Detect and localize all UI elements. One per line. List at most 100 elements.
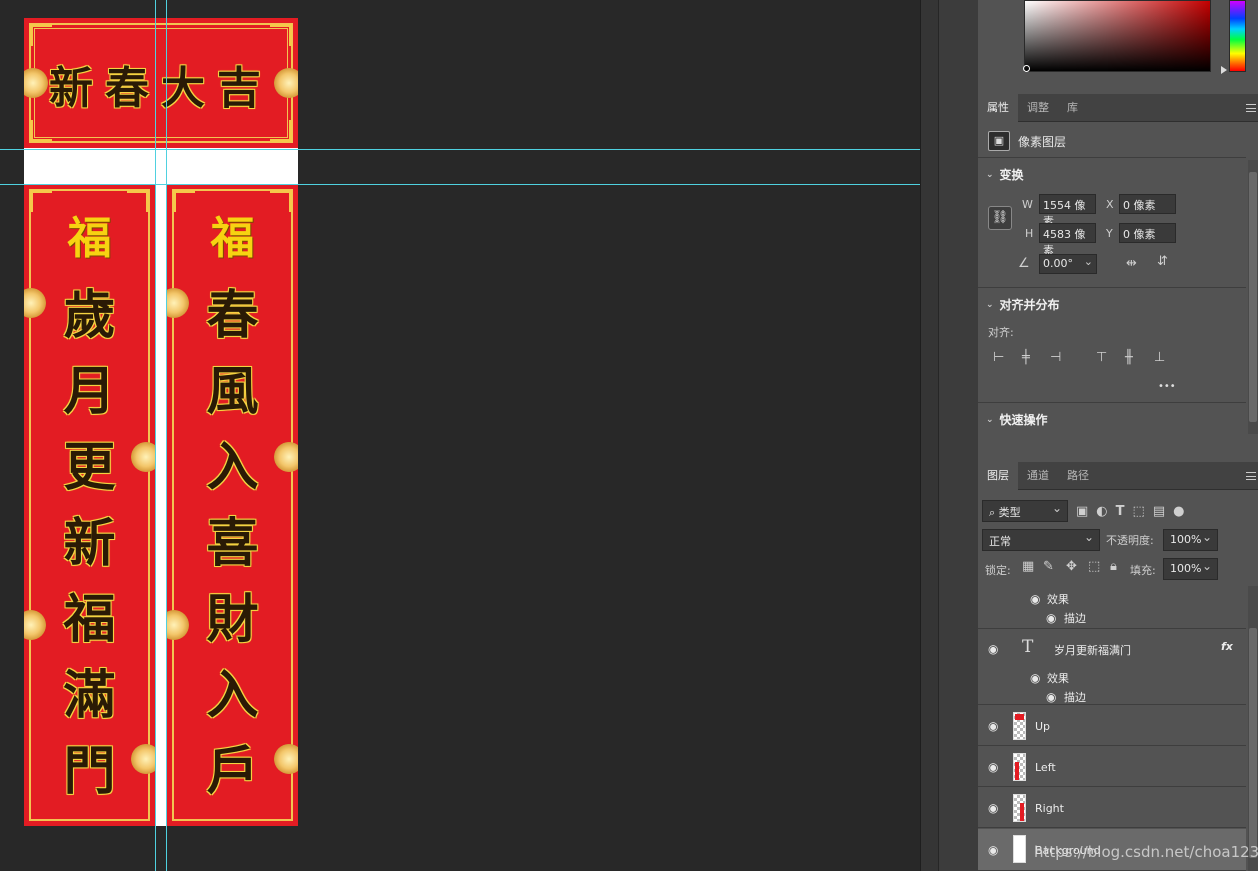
- fx-icon[interactable]: fx: [1221, 640, 1233, 653]
- divider: [978, 287, 1246, 288]
- lock-transparent-pixels-icon[interactable]: ▦: [1022, 559, 1034, 574]
- x-field[interactable]: 0 像素: [1119, 194, 1176, 214]
- eye-icon[interactable]: ◉: [988, 642, 998, 656]
- lock-image-pixels-icon[interactable]: ✎: [1043, 559, 1054, 574]
- align-label: 对齐:: [988, 326, 1014, 339]
- couplet-character: 喜: [206, 513, 259, 574]
- x-label: X: [1106, 198, 1114, 211]
- opacity-value: 100%: [1170, 533, 1202, 546]
- fu-character: 福: [210, 213, 255, 264]
- align-top-icon[interactable]: ⊤: [1096, 350, 1107, 365]
- chevron-down-icon: ⌄: [1083, 255, 1093, 268]
- layer-name[interactable]: Left: [1035, 761, 1056, 774]
- panel-menu-icon[interactable]: [1246, 472, 1256, 480]
- align-section-header[interactable]: ⌄ 对齐并分布: [986, 296, 1060, 313]
- fu-character: 福: [67, 213, 112, 264]
- hue-slider[interactable]: [1229, 0, 1246, 72]
- eye-icon[interactable]: ◉: [1030, 592, 1040, 606]
- layer-name[interactable]: Right: [1035, 802, 1064, 815]
- hue-slider-arrow[interactable]: [1221, 66, 1227, 74]
- layer-thumbnail: [1013, 712, 1026, 740]
- align-center-horizontal-icon[interactable]: ╪: [1022, 350, 1030, 365]
- y-field[interactable]: 0 像素: [1119, 223, 1176, 243]
- guide-horizontal[interactable]: [0, 184, 920, 185]
- guide-horizontal[interactable]: [0, 149, 920, 150]
- guide-vertical[interactable]: [155, 0, 156, 871]
- tab-libraries[interactable]: 库: [1058, 94, 1087, 122]
- angle-field[interactable]: 0.00° ⌄: [1039, 254, 1097, 274]
- layer-row[interactable]: ◉ Right: [978, 788, 1246, 828]
- tab-adjustments[interactable]: 调整: [1018, 94, 1058, 122]
- filter-kind-dropdown[interactable]: ⌕ 类型: [982, 500, 1068, 522]
- eye-icon[interactable]: ◉: [988, 843, 998, 857]
- document-canvas[interactable]: 新春大吉 福 歲月更新福滿門 福 春風入喜財入戶: [0, 0, 920, 871]
- opacity-field[interactable]: 100%: [1163, 529, 1218, 551]
- color-picker-cursor[interactable]: [1023, 65, 1030, 72]
- lock-artboard-icon[interactable]: ⬚: [1088, 559, 1100, 574]
- filter-adjustment-icon[interactable]: ◐: [1096, 504, 1107, 519]
- flip-vertical-icon[interactable]: ⇵: [1157, 254, 1168, 269]
- lock-position-icon[interactable]: ✥: [1066, 559, 1077, 574]
- properties-scrollbar-thumb[interactable]: [1249, 172, 1257, 422]
- dock-collapse-strip: [920, 0, 938, 871]
- white-gap: [24, 148, 298, 184]
- filter-type-icon[interactable]: T: [1116, 504, 1125, 519]
- layers-scrollbar-thumb[interactable]: [1249, 628, 1257, 858]
- flip-horizontal-icon[interactable]: ⇹: [1126, 256, 1137, 271]
- photoshop-window: 新春大吉 福 歲月更新福滿門 福 春風入喜財入戶 属性 调整 库 ▣ 像素图层 …: [0, 0, 1258, 871]
- align-right-icon[interactable]: ⊣: [1050, 350, 1061, 365]
- quick-actions-section-header[interactable]: ⌄ 快速操作: [986, 411, 1048, 428]
- eye-icon[interactable]: ◉: [988, 719, 998, 733]
- couplet-character: 戶: [206, 741, 259, 802]
- layer-name[interactable]: 岁月更新福满门: [1054, 642, 1131, 658]
- panel-dock: 属性 调整 库 ▣ 像素图层 ⌄ 变换 ⛓ W 1554 像素 X 0 像素 H…: [978, 0, 1258, 871]
- y-label: Y: [1106, 227, 1113, 240]
- panel-menu-icon[interactable]: [1246, 104, 1256, 112]
- couplet-character: 入: [206, 665, 259, 726]
- layer-row[interactable]: ◉ T 岁月更新福满门 fx ◉ 效果 ◉ 描边: [978, 629, 1246, 705]
- tab-channels[interactable]: 通道: [1018, 462, 1058, 490]
- layer-thumbnail: [1013, 835, 1026, 863]
- width-field[interactable]: 1554 像素: [1039, 194, 1096, 228]
- align-left-icon[interactable]: ⊢: [993, 350, 1004, 365]
- hengpi-banner: 新春大吉: [24, 18, 298, 148]
- layer-row[interactable]: ◉ Up: [978, 706, 1246, 746]
- eye-icon[interactable]: ◉: [1046, 611, 1056, 625]
- filter-toggle-icon[interactable]: ●: [1173, 504, 1184, 519]
- blend-mode-dropdown[interactable]: 正常: [982, 529, 1100, 551]
- tab-properties[interactable]: 属性: [978, 94, 1018, 122]
- eye-icon[interactable]: ◉: [1046, 690, 1056, 704]
- layer-name[interactable]: Up: [1035, 720, 1050, 733]
- fill-field[interactable]: 100%: [1163, 558, 1218, 580]
- color-field[interactable]: [1024, 0, 1211, 72]
- layer-row[interactable]: ◉ Left: [978, 747, 1246, 787]
- align-middle-vertical-icon[interactable]: ╫: [1125, 350, 1133, 365]
- height-field[interactable]: 4583 像素: [1039, 223, 1096, 257]
- color-panel: [978, 0, 1258, 94]
- eye-icon[interactable]: ◉: [1030, 671, 1040, 685]
- filter-shape-icon[interactable]: ⬚: [1133, 504, 1145, 519]
- couplet-text: 春風入喜財入戶: [167, 278, 298, 810]
- right-couplet: 福 春風入喜財入戶: [167, 184, 298, 826]
- tab-paths[interactable]: 路径: [1058, 462, 1098, 490]
- text-layer-icon: T: [1022, 637, 1034, 657]
- layer-thumbnail: [1013, 794, 1026, 822]
- link-proportions-button[interactable]: ⛓: [988, 206, 1012, 230]
- lock-all-icon[interactable]: 🔒︎: [1110, 559, 1117, 574]
- filter-pixel-icon[interactable]: ▣: [1076, 504, 1088, 519]
- blend-mode-value: 正常: [989, 535, 1011, 548]
- height-label: H: [1025, 227, 1034, 240]
- guide-vertical[interactable]: [166, 0, 167, 871]
- transform-section-header[interactable]: ⌄ 变换: [986, 166, 1024, 183]
- more-options-button[interactable]: •••: [1158, 381, 1176, 392]
- eye-icon[interactable]: ◉: [988, 801, 998, 815]
- lock-label: 锁定:: [985, 564, 1011, 577]
- filter-smart-object-icon[interactable]: ▤: [1153, 504, 1165, 519]
- eye-icon[interactable]: ◉: [988, 760, 998, 774]
- divider: [978, 157, 1246, 158]
- fill-label: 填充:: [1130, 564, 1156, 577]
- layer-type-label: 像素图层: [1018, 134, 1067, 149]
- tab-layers[interactable]: 图层: [978, 462, 1018, 490]
- align-bottom-icon[interactable]: ⊥: [1154, 350, 1165, 365]
- couplet-character: 入: [206, 437, 259, 498]
